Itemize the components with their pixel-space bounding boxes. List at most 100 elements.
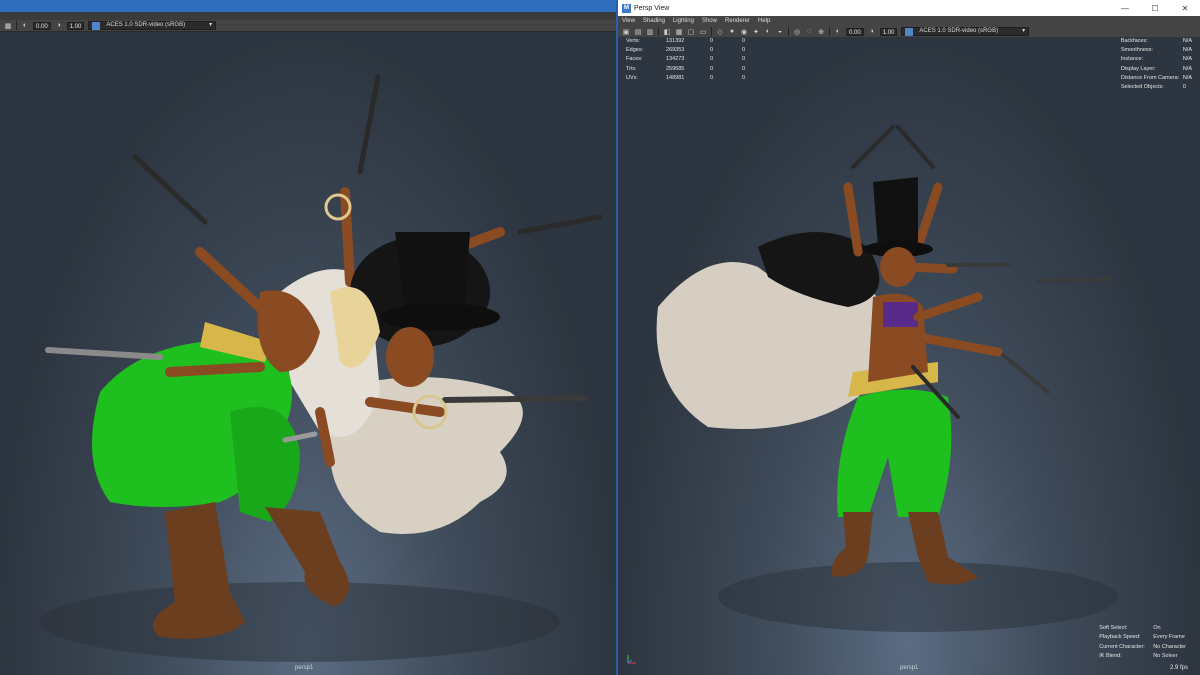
hud-label: Soft Select:: [1099, 625, 1128, 632]
stat-label: Edges:: [626, 47, 644, 54]
hud-row: Smoothness: N/A: [1121, 46, 1192, 55]
toolbar-separator: [658, 27, 659, 36]
stats-row: Tris: 259685 0 0: [626, 65, 745, 74]
hud-value: N/A: [1182, 56, 1192, 63]
stat-value: 148981: [666, 74, 685, 81]
image-plane-icon[interactable]: ◧: [663, 28, 671, 36]
ambient-occlusion-icon[interactable]: ◒: [776, 28, 784, 36]
textured-icon[interactable]: ◉: [740, 28, 748, 36]
hud-value: N/A: [1182, 74, 1192, 81]
stat-value: 259685: [666, 65, 685, 72]
menu-shading[interactable]: Shading: [643, 18, 665, 24]
stat-value: 0: [710, 56, 714, 63]
hud-label: Smoothness:: [1120, 47, 1153, 54]
color-space-dropdown[interactable]: ACES 1.0 SDR-video (sRGB) ▾: [901, 27, 1030, 36]
hud-value: N/A: [1182, 47, 1192, 54]
stats-row: Edges: 269353 0 0: [626, 46, 745, 55]
color-space-dropdown[interactable]: ACES 1.0 SDR-video (sRGB) ▾: [88, 21, 217, 30]
stat-value: 131392: [666, 38, 685, 44]
menu-help[interactable]: Help: [758, 18, 770, 24]
hud-row: Display Layer: N/A: [1121, 65, 1192, 74]
hud-row: Playback Speed: Every Frame: [1099, 633, 1186, 642]
hud-label: Display Layer:: [1120, 65, 1156, 72]
color-space-label: ACES 1.0 SDR-video (sRGB): [919, 28, 999, 34]
hud-value: N/A: [1182, 65, 1192, 72]
toolbar-separator: [16, 21, 17, 30]
gamma-icon[interactable]: ◑: [55, 22, 63, 30]
left-viewport-toolbar: ▦ ◐ 0.00 ◑ 1.00 ACES 1.0 SDR-video (sRGB…: [0, 20, 616, 32]
camera-name-label: persp1: [900, 665, 919, 671]
lights-icon[interactable]: ✦: [752, 28, 760, 36]
window-title: Persp View: [634, 4, 670, 12]
stat-label: UVs:: [626, 74, 638, 81]
hud-row: Backfaces: N/A: [1121, 37, 1192, 46]
right-viewport-window: M Persp View — ☐ ✕ View Shading Lighting…: [616, 0, 1200, 675]
stat-label: Verts:: [626, 38, 641, 44]
character-render-right: [656, 125, 1118, 632]
gamma-icon[interactable]: ◑: [868, 28, 876, 36]
left-panel-header: [0, 12, 616, 20]
gamma-field[interactable]: 1.00: [66, 21, 85, 30]
menu-lighting[interactable]: Lighting: [673, 18, 694, 24]
minimize-button[interactable]: —: [1110, 0, 1140, 16]
close-button[interactable]: ✕: [1170, 0, 1200, 16]
exposure-field[interactable]: 0.00: [846, 27, 864, 36]
resolution-gate-icon[interactable]: ▭: [699, 28, 707, 36]
stat-value: 0: [710, 38, 714, 44]
stat-label: Faces:: [626, 56, 643, 63]
stat-value: 0: [742, 74, 746, 81]
hud-value: On: [1153, 625, 1161, 632]
window-title-bar[interactable]: M Persp View — ☐ ✕: [618, 0, 1200, 16]
camera-name-label: persp1: [295, 665, 314, 671]
exposure-field[interactable]: 0.00: [33, 21, 51, 30]
hud-label: Selected Objects:: [1120, 84, 1164, 91]
hud-row: Selected Objects: 0: [1121, 83, 1192, 92]
xray-icon[interactable]: ◌: [805, 28, 813, 36]
stat-value: 0: [710, 65, 714, 72]
grid-toggle-icon[interactable]: ▦: [4, 22, 12, 30]
xray-joints-icon[interactable]: ⊕: [817, 28, 825, 36]
maximize-button[interactable]: ☐: [1140, 0, 1170, 16]
hud-row: IK Blend: No Solver: [1099, 652, 1186, 661]
wireframe-icon[interactable]: ◇: [716, 28, 724, 36]
menu-show[interactable]: Show: [702, 18, 717, 24]
camera-select-icon[interactable]: ▣: [622, 28, 630, 36]
stat-value: 0: [742, 38, 746, 44]
stat-value: 0: [710, 47, 714, 54]
hud-row: Current Character: No Character: [1099, 643, 1186, 652]
menu-view[interactable]: View: [622, 18, 635, 24]
stat-value: 0: [742, 47, 746, 54]
stat-value: 0: [742, 65, 746, 72]
gamma-field[interactable]: 1.00: [879, 27, 898, 36]
stat-value: 134273: [666, 56, 685, 63]
camera-attributes-icon[interactable]: ▤: [634, 28, 642, 36]
chevron-down-icon: ▾: [1022, 28, 1026, 34]
exposure-icon[interactable]: ◐: [834, 28, 842, 36]
toolbar-separator: [829, 27, 830, 36]
hud-label: IK Blend:: [1099, 652, 1122, 659]
isolate-select-icon[interactable]: ◎: [793, 28, 801, 36]
color-space-label: ACES 1.0 SDR-video (sRGB): [106, 22, 186, 28]
stat-value: 269353: [666, 47, 685, 54]
chevron-down-icon: ▾: [209, 22, 213, 28]
grid-icon[interactable]: ▦: [675, 28, 683, 36]
panel-menu-bar: View Shading Lighting Show Renderer Help: [618, 16, 1200, 26]
hud-label: Distance From Camera:: [1120, 74, 1180, 81]
view-axis-icon: [627, 655, 636, 664]
bookmarks-icon[interactable]: ▥: [646, 28, 654, 36]
toolbar-separator: [788, 27, 789, 36]
shadows-icon[interactable]: ◐: [764, 28, 772, 36]
menu-renderer[interactable]: Renderer: [725, 18, 750, 24]
stats-row: UVs: 148981 0 0: [626, 74, 745, 83]
left-title-bar: [0, 0, 616, 12]
stat-value: 0: [742, 56, 746, 63]
right-3d-viewport[interactable]: Verts: 131392 0 0 Edges: 269353 0 0 Faces: 1342…: [618, 37, 1200, 675]
maya-app-icon: M: [622, 3, 631, 13]
left-3d-viewport[interactable]: persp1: [0, 32, 616, 675]
exposure-icon[interactable]: ◐: [21, 22, 29, 30]
left-viewport-panel: ▦ ◐ 0.00 ◑ 1.00 ACES 1.0 SDR-video (sRGB…: [0, 0, 616, 675]
smooth-shade-icon[interactable]: ●: [728, 28, 736, 36]
color-management-icon: [92, 21, 101, 30]
hud-value: No Character: [1153, 643, 1186, 650]
film-gate-icon[interactable]: ▢: [687, 28, 695, 36]
